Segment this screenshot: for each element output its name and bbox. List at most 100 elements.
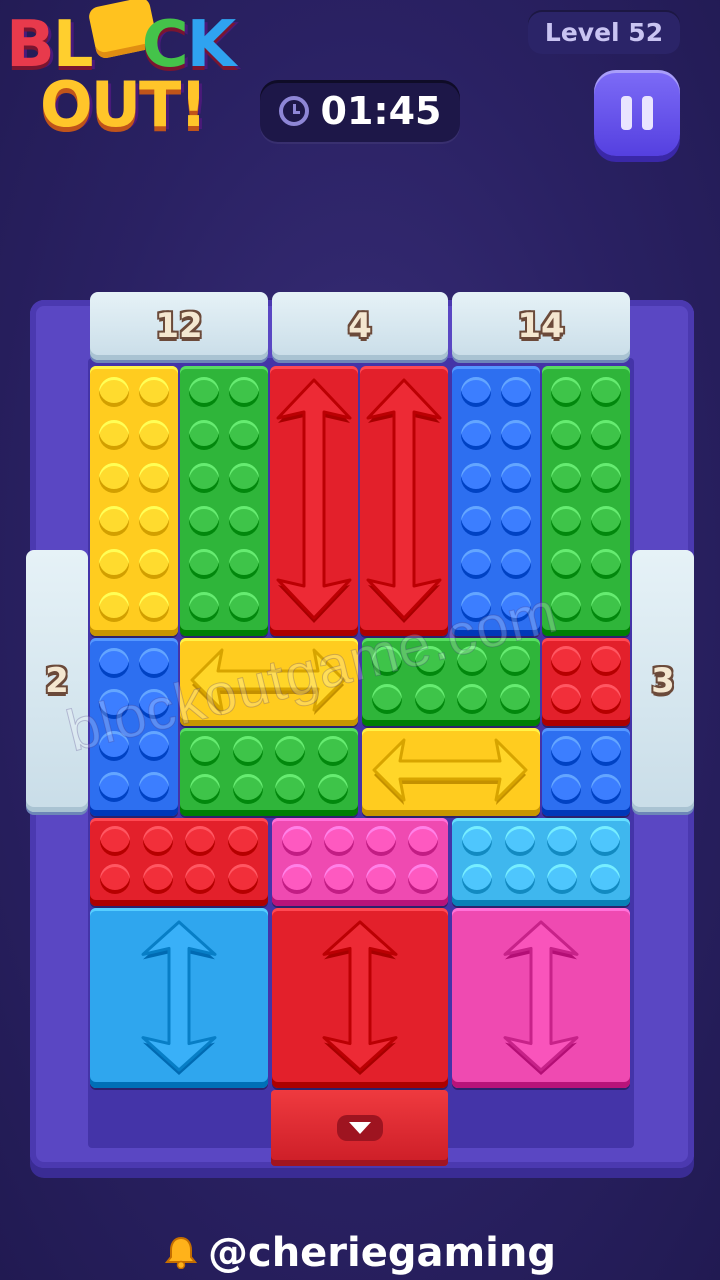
logo-word-out: OUT! <box>40 68 208 141</box>
block-green-vertical[interactable] <box>180 366 268 636</box>
stud <box>227 864 258 894</box>
stud <box>139 419 169 450</box>
stud <box>139 591 169 622</box>
stud <box>461 376 491 407</box>
pause-button[interactable] <box>594 70 680 156</box>
stud-grid <box>90 638 178 816</box>
block-green-horizontal[interactable] <box>362 638 540 726</box>
pause-icon <box>621 96 632 130</box>
stud-grid <box>452 818 630 906</box>
stud <box>372 646 403 676</box>
stud <box>551 736 581 766</box>
stud <box>317 736 348 766</box>
double-arrow-horizontal-icon <box>372 738 528 805</box>
block-blue-vertical-short[interactable] <box>90 638 178 816</box>
block-red-arrow-square[interactable] <box>272 908 448 1088</box>
stud-grid <box>452 366 540 636</box>
stud <box>461 591 491 622</box>
block-blue-square[interactable] <box>542 728 630 816</box>
stud <box>99 419 129 450</box>
stud <box>229 505 259 536</box>
stud <box>229 548 259 579</box>
stud <box>461 419 491 450</box>
stud <box>591 774 621 804</box>
stud <box>408 864 438 894</box>
block-yellow-horizontal-arrow[interactable] <box>362 728 540 816</box>
block-blue-vertical[interactable] <box>452 366 540 636</box>
stud <box>99 548 129 579</box>
block-yellow-vertical[interactable] <box>90 366 178 636</box>
stud <box>499 646 530 676</box>
stud-grid <box>542 638 630 726</box>
stud <box>551 774 581 804</box>
level-indicator: Level 52 <box>528 10 680 54</box>
stud-grid <box>90 366 178 636</box>
stud <box>229 419 259 450</box>
double-arrow-vertical-icon <box>276 378 352 623</box>
top-gate-2: 4 <box>272 292 448 360</box>
gate-counter: 4 <box>348 306 372 346</box>
stud <box>547 826 578 856</box>
block-green-horizontal[interactable] <box>180 728 358 816</box>
stud <box>501 505 531 536</box>
stud <box>591 684 621 714</box>
bell-icon <box>164 1236 198 1269</box>
stud <box>142 826 173 856</box>
stud <box>551 505 581 536</box>
stud <box>501 419 531 450</box>
stud <box>100 864 131 894</box>
block-blue-arrow-square[interactable] <box>90 908 268 1088</box>
stud <box>457 684 488 714</box>
stud <box>504 826 535 856</box>
stud <box>591 419 621 450</box>
timer-value: 01:45 <box>320 89 442 133</box>
stud <box>462 826 493 856</box>
stud <box>185 864 216 894</box>
creator-credit: @cheriegaming <box>0 1230 720 1276</box>
stud <box>189 505 219 536</box>
stud <box>591 505 621 536</box>
stud <box>501 548 531 579</box>
block-red-horizontal[interactable] <box>90 818 268 906</box>
stud <box>275 736 306 766</box>
block-yellow-horizontal-arrow[interactable] <box>180 638 358 726</box>
stud <box>324 826 354 856</box>
stud <box>139 548 169 579</box>
block-pink-horizontal[interactable] <box>272 818 448 906</box>
stud <box>501 591 531 622</box>
chevron-down-icon <box>336 1115 383 1141</box>
stud <box>551 548 581 579</box>
stud <box>408 826 438 856</box>
stud <box>457 646 488 676</box>
stud <box>229 376 259 407</box>
block-red-square[interactable] <box>542 638 630 726</box>
stud <box>139 462 169 493</box>
stud <box>591 591 621 622</box>
stud <box>142 864 173 894</box>
block-green-vertical[interactable] <box>542 366 630 636</box>
block-red-vertical-arrow[interactable] <box>360 366 448 636</box>
block-cyan-horizontal[interactable] <box>452 818 630 906</box>
stud <box>139 647 169 678</box>
block-pink-arrow-square[interactable] <box>452 908 630 1088</box>
stud <box>232 736 263 766</box>
stud <box>591 548 621 579</box>
stud <box>189 591 219 622</box>
stud <box>372 684 403 714</box>
stud <box>501 376 531 407</box>
stud <box>99 730 129 761</box>
stud <box>414 646 445 676</box>
stud <box>232 774 263 804</box>
stud <box>462 864 493 894</box>
stud <box>324 864 354 894</box>
stud-grid <box>542 366 630 636</box>
stud <box>499 684 530 714</box>
stud <box>551 646 581 676</box>
stud <box>229 591 259 622</box>
stud <box>190 774 221 804</box>
stud <box>504 864 535 894</box>
stud <box>551 419 581 450</box>
double-arrow-horizontal-icon <box>190 648 346 715</box>
stud <box>185 826 216 856</box>
block-red-vertical-arrow[interactable] <box>270 366 358 636</box>
